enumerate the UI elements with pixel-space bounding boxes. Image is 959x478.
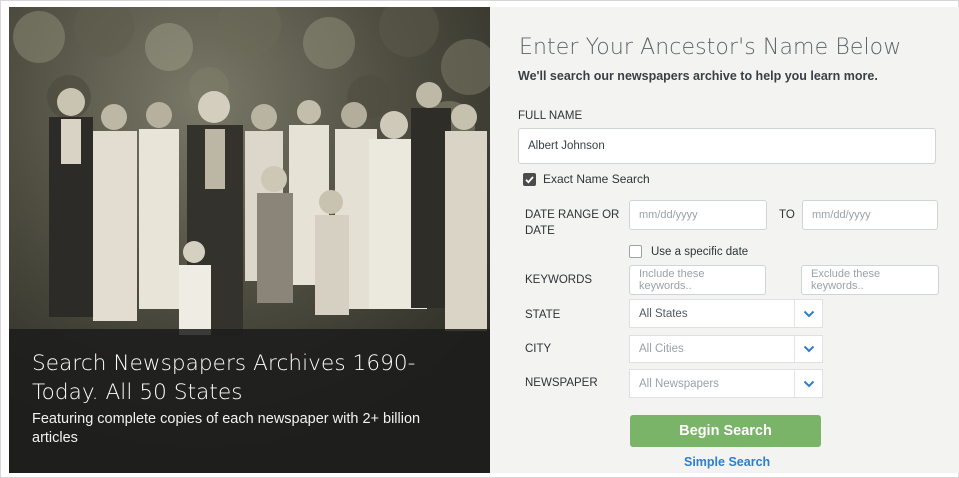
search-widget: Search Newspapers Archives 1690-Today. A… bbox=[0, 0, 959, 478]
exact-name-label: Exact Name Search bbox=[543, 172, 650, 186]
begin-search-button[interactable]: Begin Search bbox=[630, 415, 821, 447]
city-select[interactable]: All Cities bbox=[629, 335, 823, 363]
caption-subtitle: Featuring complete copies of each newspa… bbox=[32, 411, 421, 446]
form-heading: Enter Your Ancestor's Name Below bbox=[519, 35, 902, 60]
full-name-input[interactable]: Albert Johnson bbox=[518, 128, 936, 164]
chevron-down-icon bbox=[794, 370, 822, 397]
chevron-down-icon bbox=[794, 300, 822, 327]
state-select[interactable]: All States bbox=[629, 299, 823, 328]
state-select-value: All States bbox=[639, 307, 688, 320]
state-label: STATE bbox=[525, 309, 561, 321]
keywords-label: KEYWORDS bbox=[525, 274, 593, 286]
form-subheading: We'll search our newspapers archive to h… bbox=[518, 69, 878, 83]
chevron-down-icon bbox=[794, 336, 822, 362]
newspaper-label: NEWSPAPER bbox=[525, 377, 598, 389]
specific-date-label: Use a specific date bbox=[651, 246, 749, 258]
include-keywords-input[interactable]: Include these keywords.. bbox=[629, 265, 766, 295]
city-select-value: All Cities bbox=[639, 343, 684, 355]
newspaper-select[interactable]: All Newspapers bbox=[629, 369, 823, 398]
date-from-input[interactable]: mm/dd/yyyy bbox=[629, 200, 767, 230]
simple-search-link[interactable]: Simple Search bbox=[684, 455, 770, 469]
full-name-label: FULL NAME bbox=[518, 110, 583, 122]
date-range-label: DATE RANGE OR DATE bbox=[525, 209, 620, 237]
newspaper-select-value: All Newspapers bbox=[639, 377, 719, 390]
family-photo-panel: Search Newspapers Archives 1690-Today. A… bbox=[9, 7, 490, 473]
photo-caption: Search Newspapers Archives 1690-Today. A… bbox=[9, 329, 490, 473]
specific-date-checkbox[interactable] bbox=[629, 245, 642, 258]
check-icon bbox=[525, 176, 534, 184]
city-label: CITY bbox=[525, 343, 552, 355]
caption-title: Search Newspapers Archives 1690-Today. A… bbox=[32, 351, 416, 405]
date-to-label: TO bbox=[779, 209, 795, 221]
date-to-input[interactable]: mm/dd/yyyy bbox=[802, 200, 938, 230]
search-form: Enter Your Ancestor's Name Below We'll s… bbox=[490, 7, 959, 473]
exact-name-checkbox[interactable] bbox=[523, 173, 536, 186]
exclude-keywords-input[interactable]: Exclude these keywords.. bbox=[801, 265, 939, 295]
